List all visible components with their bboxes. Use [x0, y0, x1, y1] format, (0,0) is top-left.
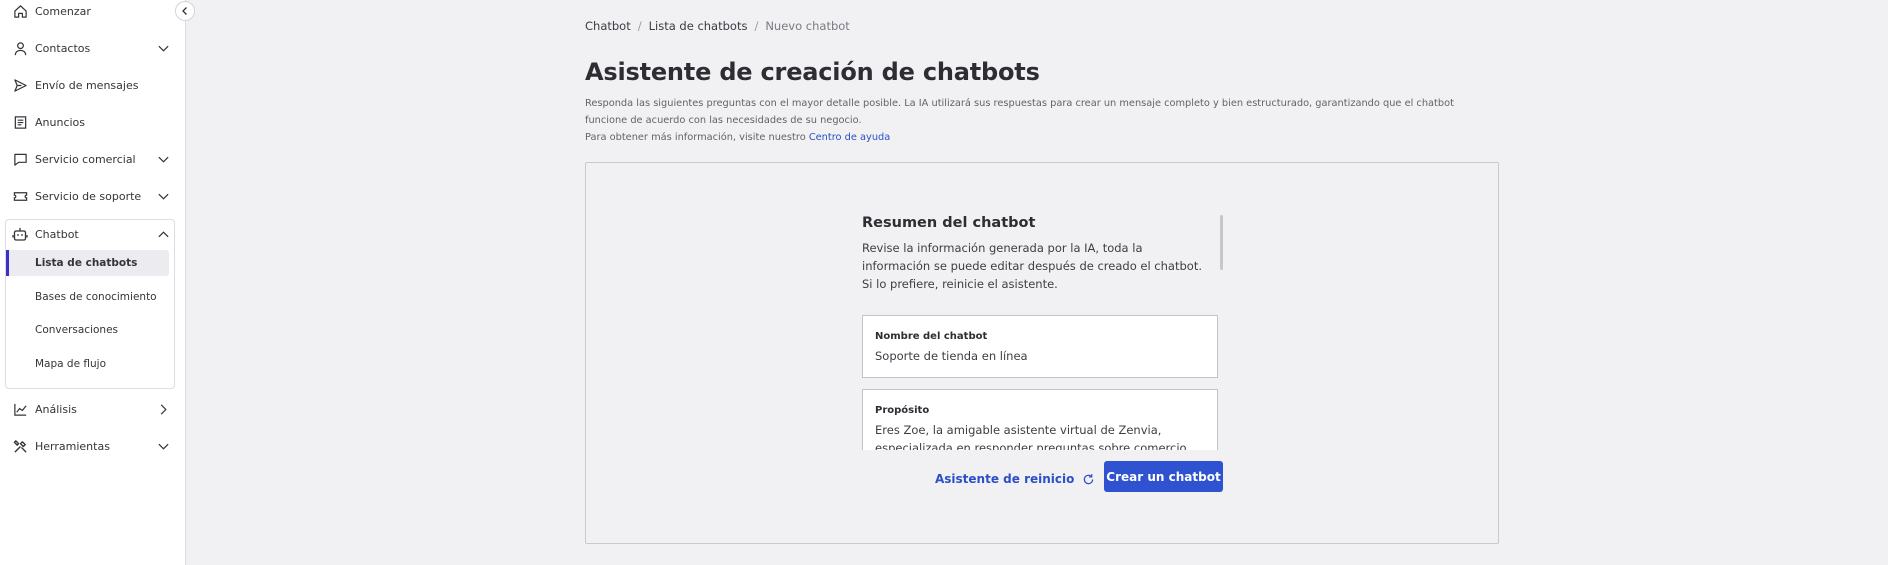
field-label: Propósito	[875, 405, 930, 416]
home-icon	[12, 3, 28, 19]
chart-icon	[12, 401, 28, 417]
tools-icon	[12, 438, 28, 454]
breadcrumb-lista-chatbots[interactable]: Lista de chatbots	[649, 19, 748, 33]
refresh-icon	[1084, 473, 1094, 484]
field-label: Nombre del chatbot	[875, 331, 988, 342]
sidebar-item-label: Chatbot	[35, 227, 79, 241]
sidebar-item-servicio-soporte[interactable]: Servicio de soporte	[0, 183, 186, 209]
reset-wizard-button[interactable]: Asistente de reinicio	[935, 464, 1095, 494]
sidebar-subitem-mapa-flujo[interactable]: Mapa de flujo	[6, 351, 168, 377]
robot-icon	[12, 226, 28, 242]
sidebar-subitem-bases-conocimiento[interactable]: Bases de conocimiento	[6, 284, 168, 310]
sidebar-item-anuncios[interactable]: Anuncios	[0, 109, 186, 135]
reset-label: Asistente de reinicio	[935, 472, 1075, 486]
sidebar-item-label: Anuncios	[35, 115, 86, 129]
chevron-up-icon[interactable]	[156, 227, 170, 241]
help-line: Para obtener más información, visite nue…	[585, 129, 1485, 146]
breadcrumb: Chatbot / Lista de chatbots / Nuevo chat…	[585, 19, 850, 33]
sidebar-subitem-lista-chatbots[interactable]: Lista de chatbots	[6, 250, 169, 276]
sidebar-item-label: Servicio comercial	[35, 152, 136, 166]
sidebar-item-herramientas[interactable]: Herramientas	[0, 433, 186, 459]
chevron-down-icon[interactable]	[156, 41, 170, 55]
create-chatbot-button[interactable]: Crear un chatbot	[1104, 461, 1223, 492]
sidebar-item-servicio-comercial[interactable]: Servicio comercial	[0, 146, 186, 172]
sidebar-item-comenzar[interactable]: Comenzar	[0, 0, 186, 24]
user-icon	[12, 40, 28, 56]
chevron-down-icon[interactable]	[156, 189, 170, 203]
breadcrumb-separator: /	[637, 19, 642, 33]
field-value: Eres Zoe, la amigable asistente virtual …	[875, 423, 1187, 450]
chevron-left-icon	[182, 7, 187, 15]
sidebar-item-analisis[interactable]: Análisis	[0, 396, 186, 422]
sidebar-item-envio[interactable]: Envío de mensajes	[0, 72, 186, 98]
sidebar: Comenzar Contactos Envío de mensajes Anu…	[0, 0, 186, 565]
sidebar-item-label: Envío de mensajes	[35, 78, 139, 92]
send-icon	[12, 77, 28, 93]
chevron-down-icon[interactable]	[156, 152, 170, 166]
breadcrumb-separator: /	[754, 19, 759, 33]
main-content: Chatbot / Lista de chatbots / Nuevo chat…	[186, 0, 1888, 565]
sidebar-subitem-conversaciones[interactable]: Conversaciones	[6, 317, 168, 343]
chatbot-group: Chatbot Lista de chatbots Bases de conoc…	[5, 219, 175, 389]
summary-description: Revise la información generada por la IA…	[862, 241, 1202, 291]
description-text: Responda las siguientes preguntas con el…	[585, 98, 1454, 126]
help-center-link[interactable]: Centro de ayuda	[809, 132, 890, 143]
help-prefix: Para obtener más información, visite nue…	[585, 132, 806, 143]
page-title: Asistente de creación de chatbots	[585, 58, 1040, 86]
ticket-icon	[12, 188, 28, 204]
sidebar-item-label: Análisis	[35, 402, 77, 416]
breadcrumb-chatbot[interactable]: Chatbot	[585, 19, 631, 33]
sidebar-item-label: Contactos	[35, 41, 91, 55]
summary-scroll-area[interactable]: Resumen del chatbot Revise la informació…	[862, 215, 1222, 450]
sidebar-item-label: Comenzar	[35, 4, 91, 18]
wizard-panel: Resumen del chatbot Revise la informació…	[585, 162, 1499, 544]
sidebar-item-label: Servicio de soporte	[35, 189, 142, 203]
collapse-sidebar-button[interactable]	[175, 1, 195, 21]
sidebar-item-label: Herramientas	[35, 439, 110, 453]
chevron-right-icon[interactable]	[156, 402, 170, 416]
scrollbar-thumb[interactable]	[1220, 215, 1223, 270]
chevron-down-icon[interactable]	[156, 439, 170, 453]
field-card-purpose[interactable]: Propósito Eres Zoe, la amigable asistent…	[862, 389, 1218, 450]
page-description: Responda las siguientes preguntas con el…	[585, 95, 1485, 146]
sidebar-item-chatbot[interactable]: Chatbot	[0, 221, 176, 247]
document-icon	[12, 114, 28, 130]
sidebar-item-contactos[interactable]: Contactos	[0, 35, 186, 61]
breadcrumb-current: Nuevo chatbot	[765, 19, 850, 33]
field-value: Soporte de tienda en línea	[875, 349, 1028, 363]
summary-title: Resumen del chatbot	[862, 215, 1036, 231]
chat-icon	[12, 151, 28, 167]
field-card-name[interactable]: Nombre del chatbot Soporte de tienda en …	[862, 315, 1218, 378]
